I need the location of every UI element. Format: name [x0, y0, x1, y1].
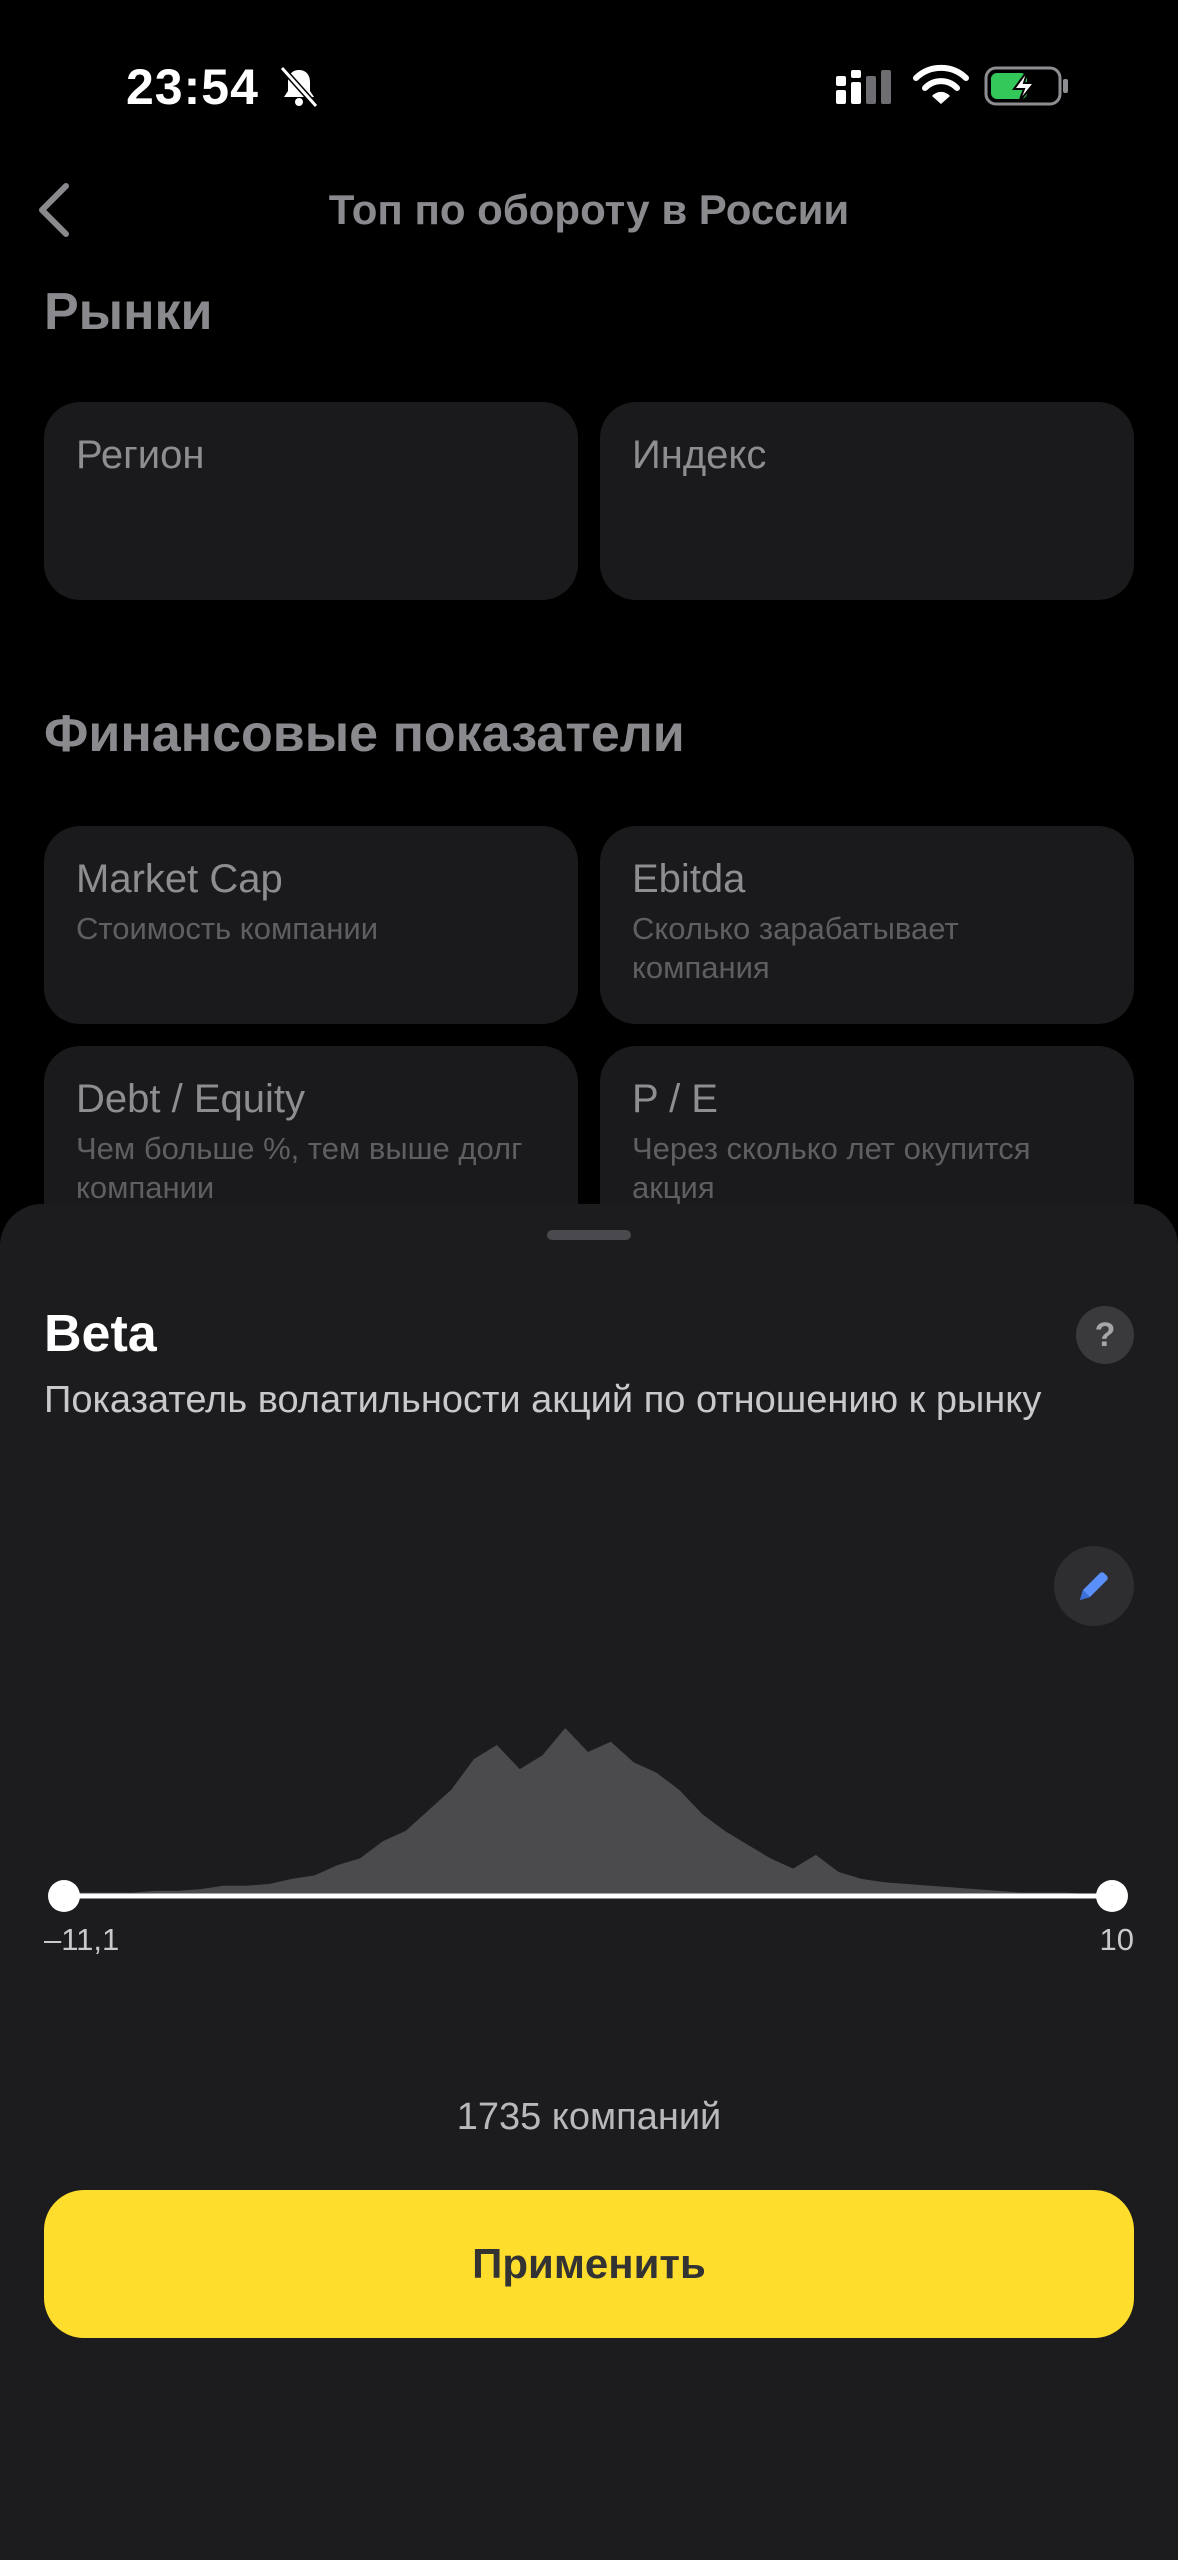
histogram-area	[64, 1728, 1112, 1896]
card-subtitle: Через сколько лет окупится акция	[632, 1131, 1031, 1205]
cellular-signal-icon	[836, 70, 891, 104]
filter-card-ebitda[interactable]: Ebitda Сколько зарабатывает компания	[600, 826, 1134, 1024]
results-count: 1735 компаний	[456, 2096, 722, 2138]
card-title: Индекс	[632, 433, 767, 477]
card-title: Debt / Equity	[76, 1077, 306, 1121]
screen: 23:54 Топ по обороту в России Рынки Реги…	[0, 0, 1178, 2560]
sheet-title: Beta	[44, 1305, 157, 1363]
bell-slash-icon	[279, 65, 319, 109]
card-subtitle: Стоимость компании	[76, 911, 379, 946]
card-title: Ebitda	[632, 857, 746, 901]
pencil-icon	[1080, 1572, 1108, 1600]
card-title: Market Cap	[76, 857, 283, 901]
section-title-financials: Финансовые показатели	[44, 705, 685, 763]
slider-thumb-min[interactable]	[48, 1880, 80, 1912]
sheet-grabber[interactable]	[547, 1230, 631, 1240]
help-button[interactable]: ?	[1076, 1306, 1134, 1364]
section-title-markets: Рынки	[44, 283, 213, 341]
beta-filter-sheet: Beta ? Показатель волатильности акций по…	[0, 1204, 1178, 2560]
range-min-label: –11,1	[44, 1922, 120, 1957]
apply-button[interactable]: Применить	[44, 2190, 1134, 2338]
status-bar: 23:54	[0, 0, 1178, 170]
range-max-label: 10	[1099, 1922, 1134, 1957]
card-title: P / E	[632, 1077, 718, 1121]
slider-thumb-max[interactable]	[1096, 1880, 1128, 1912]
page-title: Топ по обороту в России	[328, 186, 850, 233]
card-subtitle: Чем больше %, тем выше долг компании	[76, 1131, 523, 1205]
beta-range-slider	[48, 1728, 1128, 1912]
filter-card-market-cap[interactable]: Market Cap Стоимость компании	[44, 826, 578, 1024]
sheet-description: Показатель волатильности акций по отноше…	[44, 1379, 1042, 1421]
filter-card-region[interactable]: Регион	[44, 402, 578, 600]
card-subtitle: Сколько зарабатывает компания	[632, 911, 959, 985]
battery-charging-icon	[984, 66, 1068, 106]
status-time: 23:54	[126, 59, 259, 115]
edit-range-button[interactable]	[1054, 1546, 1134, 1626]
filter-card-index[interactable]: Индекс	[600, 402, 1134, 600]
card-title: Регион	[76, 433, 205, 477]
wifi-icon	[913, 64, 969, 104]
